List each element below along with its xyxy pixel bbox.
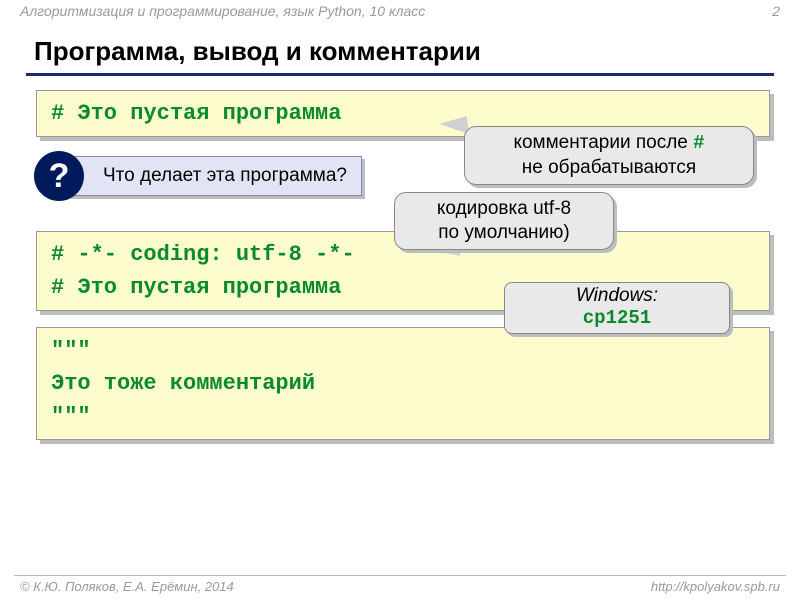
page-header: Алгоритмизация и программирование, язык … [0, 0, 800, 24]
footer-url: http://kpolyakov.spb.ru [651, 579, 780, 600]
course-title: Алгоритмизация и программирование, язык … [20, 3, 425, 24]
windows-label: Windows: [576, 285, 658, 306]
slide-title: Программа, вывод и комментарии [0, 24, 800, 73]
callout-line: кодировка utf-8 [437, 198, 571, 219]
code-line: """ [51, 334, 755, 367]
callout-line: по умолчанию) [438, 222, 569, 243]
code-line: """ [51, 400, 755, 433]
windows-value: cp1251 [583, 307, 651, 329]
callout-text: комментарии после [513, 132, 693, 153]
question-text: Что делает эта программа? [68, 156, 362, 196]
page-footer: © К.Ю. Поляков, Е.А. Ерёмин, 2014 http:/… [0, 576, 800, 600]
code-line: Это тоже комментарий [51, 367, 755, 400]
callout-encoding: кодировка utf-8 по умолчанию) [394, 192, 614, 250]
windows-callout: Windows: cp1251 [504, 282, 730, 334]
code-block-3: """ Это тоже комментарий """ [36, 327, 770, 440]
copyright-text: © К.Ю. Поляков, Е.А. Ерёмин, 2014 [20, 579, 234, 600]
title-underline [26, 73, 774, 76]
question-icon: ? [34, 151, 84, 201]
page-number: 2 [772, 3, 780, 24]
